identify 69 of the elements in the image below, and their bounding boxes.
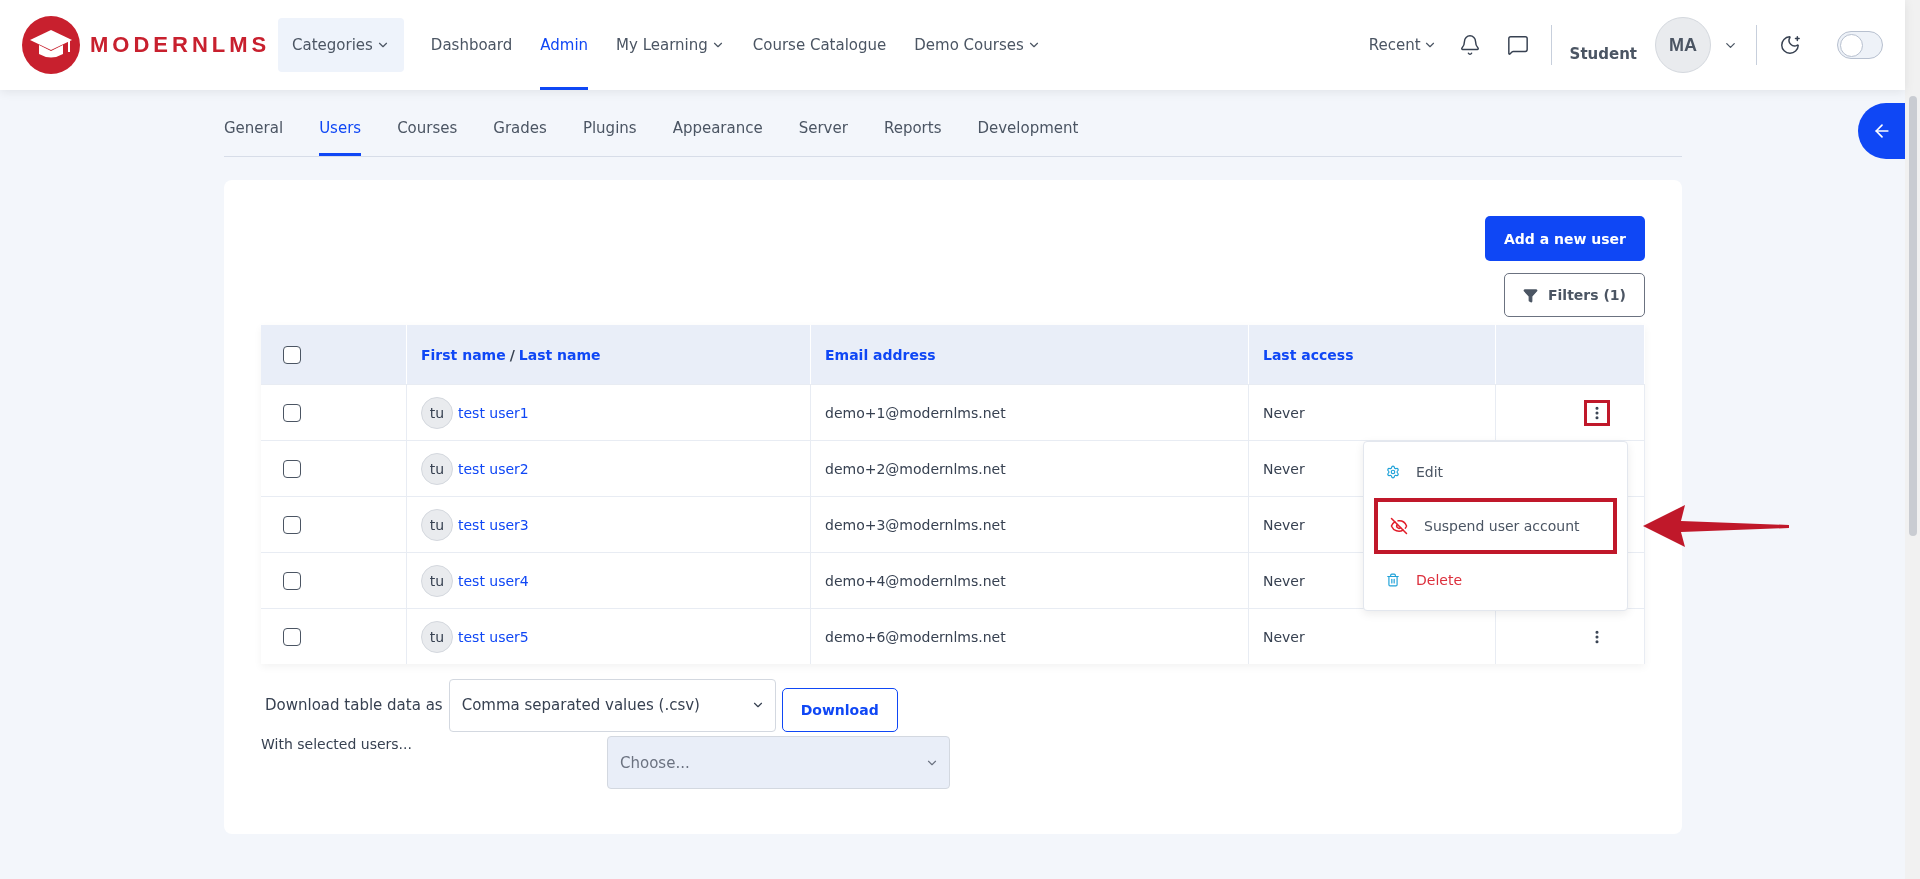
format-select[interactable]: Comma separated values (.csv) <box>448 678 776 732</box>
eye-off-icon <box>1390 517 1408 535</box>
nav-link[interactable]: Demo Courses <box>903 0 1052 90</box>
email-text: demo+1@modernlms.net <box>825 404 1006 421</box>
user-initials-avatar: tu <box>421 452 453 485</box>
gear-icon <box>1386 465 1400 479</box>
bulk-action-label: With selected users... <box>261 736 413 752</box>
export-label: Download table data as <box>265 696 443 714</box>
column-sort-link[interactable]: Last name <box>518 346 601 363</box>
email-text: demo+2@modernlms.net <box>825 460 1006 477</box>
row-checkbox[interactable] <box>283 571 301 590</box>
tab[interactable]: Courses <box>397 117 458 156</box>
column-sort-link[interactable]: Last access <box>1263 346 1354 363</box>
user-avatar[interactable]: MA <box>1655 17 1711 73</box>
logo-text: MODERNLMS <box>90 32 271 58</box>
add-user-button[interactable]: Add a new user <box>1484 216 1645 261</box>
email-text: demo+4@modernlms.net <box>825 572 1006 589</box>
nav-link[interactable]: Course Catalogue <box>741 0 898 90</box>
user-name-link[interactable]: test user1 <box>458 404 529 421</box>
select-all-checkbox[interactable] <box>283 345 301 364</box>
last-access-text: Never <box>1263 572 1305 589</box>
column-sort-link[interactable]: Email address <box>825 346 936 363</box>
filter-icon <box>1523 287 1538 303</box>
tab[interactable]: Grades <box>493 117 547 156</box>
more-options-icon[interactable] <box>1584 399 1610 426</box>
menu-item[interactable]: Edit <box>1364 450 1627 494</box>
download-button[interactable]: Download <box>781 688 898 732</box>
last-access-text: Never <box>1263 516 1305 533</box>
tab[interactable]: Users <box>319 117 362 156</box>
trash-icon <box>1386 573 1400 587</box>
last-access-text: Never <box>1263 460 1305 477</box>
user-name-link[interactable]: test user2 <box>458 460 529 477</box>
nav-link[interactable]: Categories <box>278 18 404 72</box>
column-separator: / <box>509 346 515 363</box>
user-initials-avatar: tu <box>421 620 453 653</box>
user-initials-avatar: tu <box>421 396 453 429</box>
menu-item[interactable]: Suspend user account <box>1374 498 1617 554</box>
graduation-cap-logo-icon <box>22 16 80 74</box>
user-name-link[interactable]: test user4 <box>458 572 529 589</box>
nav-link[interactable]: Admin <box>529 0 600 90</box>
user-name: Student <box>1569 45 1637 63</box>
nav-link[interactable]: Dashboard <box>419 0 524 90</box>
row-checkbox[interactable] <box>283 459 301 478</box>
email-text: demo+6@modernlms.net <box>825 628 1006 645</box>
tab[interactable]: Development <box>977 117 1079 156</box>
user-name-link[interactable]: test user3 <box>458 516 529 533</box>
row-checkbox[interactable] <box>283 515 301 534</box>
row-checkbox[interactable] <box>283 403 301 422</box>
filters-button[interactable]: Filters (1) <box>1504 273 1645 317</box>
user-initials-avatar: tu <box>421 564 453 597</box>
bulk-action-select[interactable]: Choose... <box>607 736 950 789</box>
tab[interactable]: General <box>224 117 284 156</box>
user-initials-avatar: tu <box>421 508 453 541</box>
tab[interactable]: Server <box>798 117 848 156</box>
column-sort-link[interactable]: First name <box>421 346 506 363</box>
row-checkbox[interactable] <box>283 627 301 646</box>
recent-menu[interactable]: Recent <box>1368 36 1437 54</box>
back-arrow-button[interactable] <box>1858 103 1905 159</box>
last-access-text: Never <box>1263 628 1305 645</box>
last-access-text: Never <box>1263 404 1305 421</box>
user-name-link[interactable]: test user5 <box>458 628 529 645</box>
nav-link[interactable]: My Learning <box>605 0 736 90</box>
menu-item[interactable]: Delete <box>1364 558 1627 602</box>
dark-mode-toggle[interactable] <box>1837 31 1883 59</box>
scrollbar-thumb[interactable] <box>1908 96 1917 536</box>
tab[interactable]: Plugins <box>582 117 637 156</box>
email-text: demo+3@modernlms.net <box>825 516 1006 533</box>
tab[interactable]: Appearance <box>672 117 763 156</box>
tab[interactable]: Reports <box>883 117 942 156</box>
